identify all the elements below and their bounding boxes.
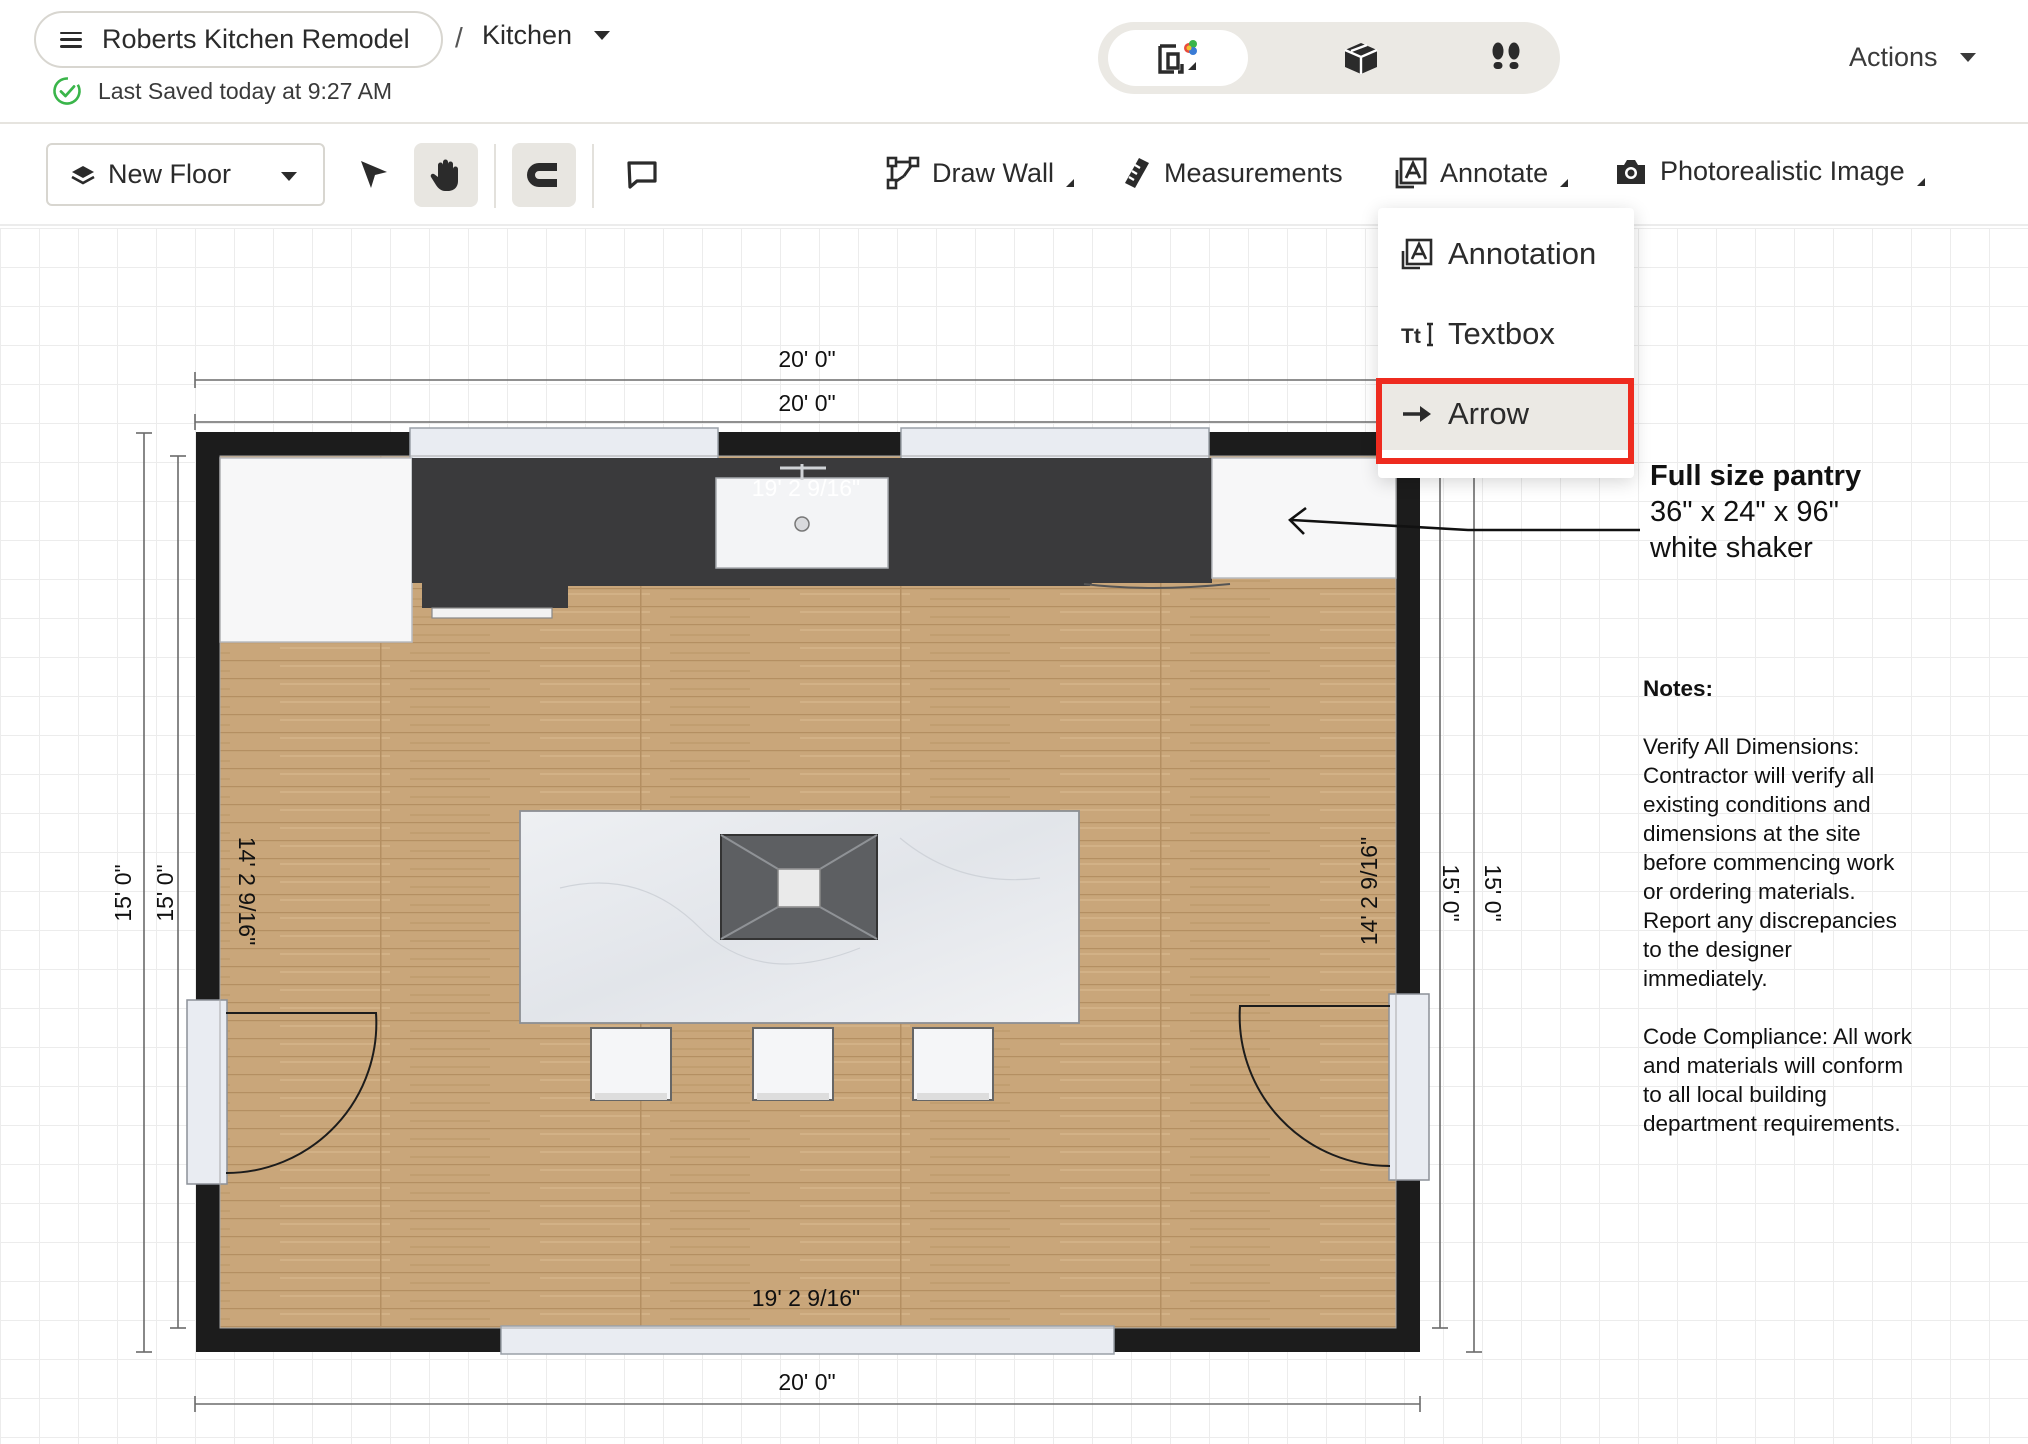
menu-item-textbox[interactable]: Tt Textbox [1378,298,1634,370]
dim-right-interior: 14' 2 9/16" [1356,837,1382,945]
window[interactable] [409,427,719,461]
annotation-icon [1401,238,1433,270]
notes-title: Notes: [1643,676,1714,701]
app-header: Roberts Kitchen Remodel / Kitchen Last S… [0,0,2028,124]
annotate-button[interactable]: Annotate [1394,156,1569,190]
camera-icon [1617,159,1645,184]
dim-outer-bottom: 20' 0" [778,1369,835,1395]
dim-interior-bottom: 19' 2 9/16" [752,1285,860,1311]
dim-outer-top: 20' 0" [778,346,835,372]
sink-drain [794,516,810,532]
room-selector[interactable]: Kitchen [482,20,611,51]
editor-toolbar: New Floor Draw Wall Measurements Annotat… [0,126,2028,226]
dim-right-inner: 15' 0" [1438,864,1464,921]
stool[interactable] [912,1027,994,1101]
saved-check-icon [53,77,81,105]
submenu-corner-icon [1916,177,1925,186]
actions-menu-button[interactable]: Actions [1849,42,1976,73]
room-name: Kitchen [482,20,573,50]
view-mode-toggle [1098,22,1560,94]
floor-label: New Floor [108,159,232,189]
dim-inner-top: 20' 0" [778,390,835,416]
arrow-right-icon [1403,406,1431,422]
chevron-down-icon [594,31,611,40]
pointer-arrow-icon [361,161,387,188]
view-3d-button[interactable] [1291,30,1431,86]
draw-wall-icon [886,156,920,190]
menu-item-arrow[interactable]: Arrow [1378,378,1634,450]
view-2d-button[interactable] [1108,30,1248,86]
comment-icon [627,161,657,189]
dim-interior-top: 19' 2 9/16" [752,475,860,501]
dishwasher-edge [431,607,553,619]
left-door[interactable] [186,999,228,1185]
textbox-icon: Tt [1401,322,1433,348]
photorealistic-image-label: Photorealistic Image [1660,156,1905,186]
notes-textbox[interactable]: Notes: Verify All Dimensions: Contractor… [1643,674,1913,1167]
chevron-down-icon [1959,53,1976,62]
layers-icon [71,165,95,184]
submenu-corner-icon [1560,179,1569,187]
magnet-snap-icon [527,163,557,187]
dim-left-outer: 15' 0" [110,864,136,921]
svg-text:Tt: Tt [1401,325,1421,348]
save-status-text: Last Saved today at 9:27 AM [98,77,393,104]
actions-label: Actions [1849,42,1938,72]
measurements-label: Measurements [1164,157,1343,188]
floor-selector[interactable]: New Floor [46,143,325,206]
window[interactable] [500,1325,1115,1355]
chevron-down-icon [281,172,297,181]
menu-item-label: Arrow [1448,396,1529,431]
photorealistic-image-button[interactable]: Photorealistic Image [1614,156,1925,187]
measurements-button[interactable]: Measurements [1122,156,1343,190]
annotation-icon [1395,157,1427,189]
hand-icon [430,159,458,191]
dim-right-outer: 15' 0" [1480,864,1506,921]
toolbar-divider [592,144,594,208]
project-menu-button[interactable]: Roberts Kitchen Remodel [34,11,443,68]
corner-cabinet[interactable] [219,457,413,643]
dim-left-inner: 15' 0" [152,864,178,921]
pantry-annotation[interactable]: Full size pantry 36" x 24" x 96" white s… [1650,458,1861,566]
ruler-icon [1125,158,1149,188]
cube-3d-icon [1344,43,1378,74]
save-status: Last Saved today at 9:27 AM [52,76,392,106]
pan-tool-button[interactable] [414,143,478,207]
stool[interactable] [752,1027,834,1101]
notes-code-compliance: Code Compliance: All work and materials … [1643,1024,1912,1136]
toolbar-divider [494,144,496,208]
snap-tool-button[interactable] [512,143,576,207]
hamburger-icon [60,31,82,48]
breadcrumb-separator: / [455,22,463,53]
floorplan-2d-icon [1158,40,1197,74]
comment-tool-button[interactable] [610,143,674,207]
right-door[interactable] [1388,993,1430,1181]
draw-wall-label: Draw Wall [932,157,1055,188]
notes-verify-dimensions: Verify All Dimensions: Contractor will v… [1643,734,1897,991]
stool[interactable] [590,1027,672,1101]
pantry-cabinet[interactable] [1211,457,1397,579]
menu-item-label: Annotation [1448,236,1597,271]
pantry-note-finish: white shaker [1650,532,1813,564]
footprints-icon [1492,42,1520,69]
menu-item-label: Textbox [1448,316,1555,351]
pantry-note-title: Full size pantry [1650,460,1862,492]
menu-item-annotation[interactable]: Annotation [1378,218,1634,290]
annotate-dropdown-menu: Annotation Tt Textbox Arrow [1378,208,1634,478]
project-name: Roberts Kitchen Remodel [102,24,410,54]
view-walkthrough-button[interactable] [1436,30,1576,86]
dim-left-interior: 14' 2 9/16" [234,837,260,945]
pantry-note-size: 36" x 24" x 96" [1650,496,1839,528]
annotate-label: Annotate [1440,157,1549,188]
bar-stools [590,1027,994,1101]
draw-wall-button[interactable]: Draw Wall [886,156,1075,190]
submenu-corner-icon [1066,179,1075,187]
window[interactable] [900,427,1210,461]
select-tool-button[interactable] [342,143,406,207]
